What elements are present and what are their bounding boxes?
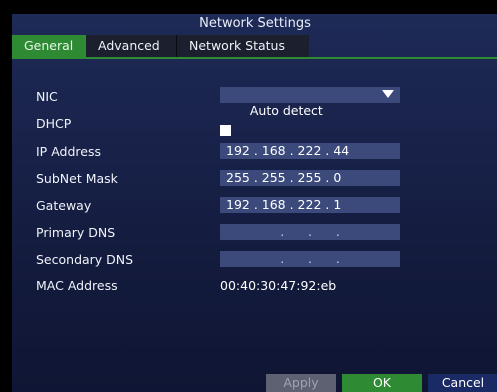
tab-general[interactable]: General [12,35,86,57]
primary-dns-field[interactable]: . . . [220,224,400,240]
gateway-field[interactable]: 192 . 168 . 222 . 1 [220,197,400,213]
cancel-button[interactable]: Cancel [428,374,497,392]
secondary-dns-label: Secondary DNS [36,252,134,267]
ok-button[interactable]: OK [342,374,422,392]
nic-value: Auto detect [249,103,323,118]
nic-dropdown[interactable]: Auto detect [220,87,400,118]
ip-address-label: IP Address [36,144,101,159]
ip-address-field[interactable]: 192 . 168 . 222 . 44 [220,143,400,159]
tab-underline [12,57,497,59]
network-settings-panel: Network Settings General Advanced Networ… [12,14,497,392]
chevron-down-icon [382,90,394,98]
apply-button[interactable]: Apply [266,374,336,392]
tab-bar: General Advanced Network Status [12,35,309,57]
subnet-mask-label: SubNet Mask [36,171,118,186]
screen: Network Settings General Advanced Networ… [0,0,497,392]
gateway-label: Gateway [36,198,92,213]
subnet-mask-field[interactable]: 255 . 255 . 255 . 0 [220,170,400,186]
tab-network-status[interactable]: Network Status [177,35,309,57]
window-title: Network Settings [199,16,311,31]
mac-address-label: MAC Address [36,278,118,293]
button-bar: Apply OK Cancel [266,374,497,392]
tab-advanced[interactable]: Advanced [86,35,177,57]
nic-label: NIC [36,89,58,104]
dhcp-checkbox[interactable] [220,125,231,136]
secondary-dns-field[interactable]: . . . [220,251,400,267]
primary-dns-label: Primary DNS [36,225,116,240]
dhcp-label: DHCP [36,116,72,131]
mac-address-value: 00:40:30:47:92:eb [220,278,337,293]
